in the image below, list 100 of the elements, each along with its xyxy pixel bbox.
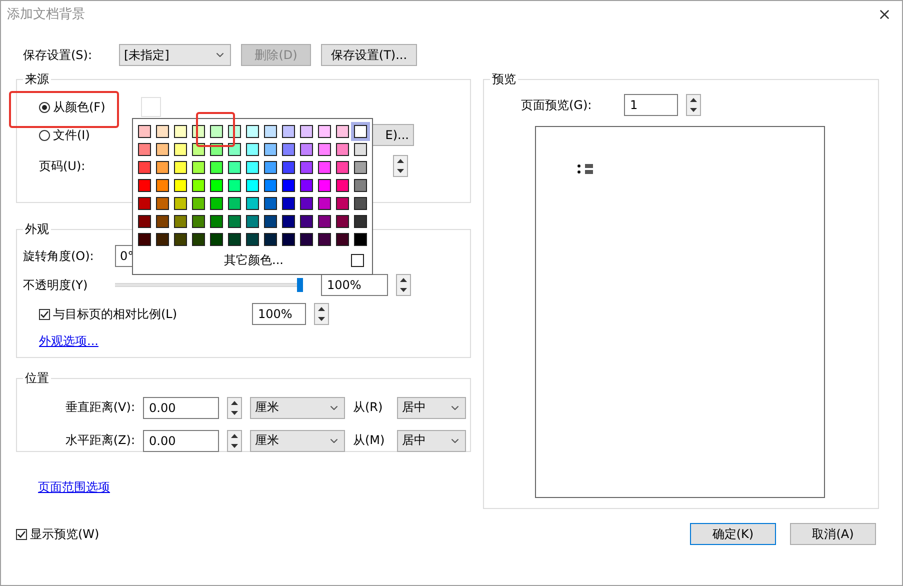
color-swatch[interactable] <box>228 143 241 156</box>
spinner-button[interactable] <box>393 155 408 177</box>
color-swatch[interactable] <box>282 143 295 156</box>
color-swatch[interactable] <box>282 233 295 246</box>
spinner-button[interactable] <box>396 274 411 296</box>
page-field[interactable]: 1 <box>624 94 678 116</box>
down-triangle-icon[interactable] <box>690 108 697 112</box>
spinner-button[interactable] <box>314 303 329 325</box>
color-swatch[interactable] <box>138 233 151 246</box>
color-swatch[interactable] <box>318 233 331 246</box>
up-triangle-icon[interactable] <box>231 434 238 438</box>
color-swatch[interactable] <box>156 215 169 228</box>
spinner-button[interactable] <box>227 396 242 418</box>
color-swatch[interactable] <box>354 179 367 192</box>
color-swatch[interactable] <box>138 161 151 174</box>
color-swatch[interactable] <box>264 125 277 138</box>
down-triangle-icon[interactable] <box>231 444 238 448</box>
color-swatch[interactable] <box>210 233 223 246</box>
color-swatch[interactable] <box>246 161 259 174</box>
spinner-button[interactable] <box>227 430 242 452</box>
color-swatch[interactable] <box>156 197 169 210</box>
color-swatch[interactable] <box>210 179 223 192</box>
color-swatch[interactable] <box>318 179 331 192</box>
color-swatch[interactable] <box>192 233 205 246</box>
color-swatch[interactable] <box>354 215 367 228</box>
color-swatch[interactable] <box>228 161 241 174</box>
up-triangle-icon[interactable] <box>318 307 325 311</box>
color-swatch[interactable] <box>174 197 187 210</box>
color-swatch[interactable] <box>282 179 295 192</box>
distance-field[interactable]: 0.00 <box>143 396 219 418</box>
color-swatch[interactable] <box>318 125 331 138</box>
color-swatch[interactable] <box>354 233 367 246</box>
color-swatch[interactable] <box>264 143 277 156</box>
color-swatch[interactable] <box>264 197 277 210</box>
color-swatch[interactable] <box>156 161 169 174</box>
color-swatch[interactable] <box>192 197 205 210</box>
color-swatch[interactable] <box>246 125 259 138</box>
color-swatch[interactable] <box>138 125 151 138</box>
color-swatch[interactable] <box>300 161 313 174</box>
color-swatch[interactable] <box>282 125 295 138</box>
color-swatch[interactable] <box>246 233 259 246</box>
color-swatch[interactable] <box>354 197 367 210</box>
color-swatch[interactable] <box>318 215 331 228</box>
anchor-dropdown[interactable]: 居中 <box>397 430 466 452</box>
color-swatch[interactable] <box>228 233 241 246</box>
color-swatch[interactable] <box>354 161 367 174</box>
save-settings-button[interactable]: 保存设置(T)... <box>321 44 417 66</box>
color-swatch[interactable] <box>354 143 367 156</box>
distance-field[interactable]: 0.00 <box>143 430 219 452</box>
color-swatch[interactable] <box>246 197 259 210</box>
color-swatch[interactable] <box>228 197 241 210</box>
color-swatch[interactable] <box>174 143 187 156</box>
color-swatch[interactable] <box>156 233 169 246</box>
color-swatch[interactable] <box>336 179 349 192</box>
color-preview[interactable] <box>141 97 162 117</box>
down-triangle-icon[interactable] <box>397 169 404 173</box>
color-swatch[interactable] <box>264 161 277 174</box>
color-swatch[interactable] <box>138 179 151 192</box>
color-swatch[interactable] <box>210 125 223 138</box>
down-triangle-icon[interactable] <box>231 410 238 414</box>
color-swatch[interactable] <box>192 161 205 174</box>
anchor-dropdown[interactable]: 居中 <box>397 396 466 418</box>
color-swatch[interactable] <box>264 215 277 228</box>
color-swatch[interactable] <box>282 161 295 174</box>
color-swatch[interactable] <box>336 161 349 174</box>
opacity-field[interactable]: 100% <box>321 274 388 296</box>
color-swatch[interactable] <box>174 161 187 174</box>
color-swatch[interactable] <box>300 233 313 246</box>
color-swatch[interactable] <box>228 179 241 192</box>
cancel-button[interactable]: 取消(A) <box>790 523 876 545</box>
color-swatch[interactable] <box>336 143 349 156</box>
color-swatch[interactable] <box>138 143 151 156</box>
up-triangle-icon[interactable] <box>400 278 407 282</box>
color-swatch[interactable] <box>174 125 187 138</box>
radio-option[interactable]: 从颜色(F) <box>39 98 106 116</box>
color-swatch[interactable] <box>264 179 277 192</box>
ok-button[interactable]: 确定(K) <box>690 523 776 545</box>
more-colors-option[interactable]: 其它颜色... <box>224 252 284 269</box>
checkbox-option[interactable]: 显示预览(W) <box>16 526 100 542</box>
color-swatch[interactable] <box>300 179 313 192</box>
color-swatch[interactable] <box>210 197 223 210</box>
unit-dropdown[interactable]: 厘米 <box>250 430 345 452</box>
color-swatch[interactable] <box>192 215 205 228</box>
up-triangle-icon[interactable] <box>690 98 697 102</box>
color-swatch[interactable] <box>174 233 187 246</box>
color-swatch[interactable] <box>210 215 223 228</box>
color-swatch[interactable] <box>210 161 223 174</box>
color-swatch[interactable] <box>264 233 277 246</box>
color-swatch[interactable] <box>300 143 313 156</box>
color-swatch[interactable] <box>156 143 169 156</box>
scale-field[interactable]: 100% <box>252 303 306 325</box>
unit-dropdown[interactable]: 厘米 <box>250 396 345 418</box>
checkbox-option[interactable]: 与目标页的相对比例(L) <box>39 306 244 322</box>
color-swatch[interactable] <box>174 179 187 192</box>
color-swatch[interactable] <box>318 143 331 156</box>
color-swatch[interactable] <box>246 143 259 156</box>
page-range-link[interactable]: 页面范围选项 <box>38 478 110 496</box>
color-swatch[interactable] <box>156 125 169 138</box>
color-swatch[interactable] <box>138 215 151 228</box>
color-swatch[interactable] <box>336 197 349 210</box>
